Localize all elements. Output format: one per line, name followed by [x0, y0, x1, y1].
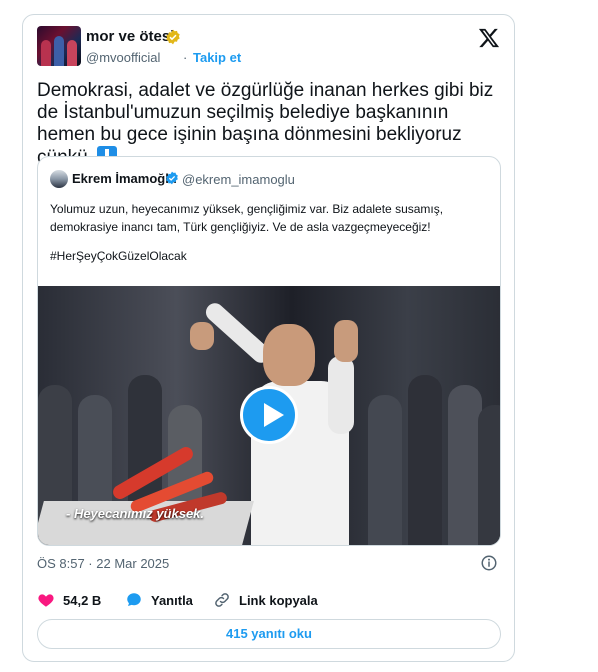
- x-logo-icon[interactable]: [478, 27, 500, 49]
- author-avatar[interactable]: [37, 26, 81, 66]
- play-button[interactable]: [240, 386, 298, 444]
- copy-link-label: Link kopyala: [239, 592, 318, 608]
- quoted-author-handle: @ekrem_imamoglu: [182, 172, 295, 187]
- verified-blue-icon: [166, 171, 178, 185]
- quoted-author-avatar: [50, 170, 68, 188]
- tweet-card: mor ve ötesi @mvoofficial · Takip et Dem…: [22, 14, 515, 662]
- quoted-tweet-text: Yolumuz uzun, heyecanımız yüksek, gençli…: [50, 202, 444, 234]
- link-icon: [215, 593, 229, 607]
- timestamp[interactable]: ÖS 8:57 · 22 Mar 2025: [37, 556, 169, 571]
- like-button[interactable]: 54,2 B: [37, 591, 101, 609]
- reply-bubble-icon: [127, 593, 141, 606]
- video-player[interactable]: - Heyecanımız yüksek.: [38, 286, 500, 545]
- like-count: 54,2 B: [63, 592, 102, 608]
- quoted-author-name: Ekrem İmamoğlu: [72, 171, 177, 186]
- verified-gold-icon: [166, 29, 180, 45]
- heart-icon: [38, 594, 54, 607]
- info-icon[interactable]: [480, 554, 498, 572]
- reply-button[interactable]: Yanıtla: [125, 591, 193, 609]
- quoted-hashtag: #HerŞeyÇokGüzelOlacak: [50, 249, 187, 263]
- action-bar: 54,2 B Yanıtla Link kopyala: [37, 591, 497, 615]
- author-handle[interactable]: @mvoofficial: [86, 50, 160, 65]
- video-subtitle: - Heyecanımız yüksek.: [66, 506, 205, 521]
- read-replies-button[interactable]: 415 yanıtı oku: [37, 619, 501, 649]
- separator-dot: ·: [183, 50, 188, 65]
- quoted-tweet[interactable]: Ekrem İmamoğlu @ekrem_imamoglu Yolumuz u…: [37, 156, 501, 546]
- author-name[interactable]: mor ve ötesi: [86, 28, 174, 45]
- reply-label: Yanıtla: [151, 592, 193, 608]
- follow-button[interactable]: Takip et: [193, 50, 241, 65]
- copy-link-button[interactable]: Link kopyala: [213, 591, 318, 609]
